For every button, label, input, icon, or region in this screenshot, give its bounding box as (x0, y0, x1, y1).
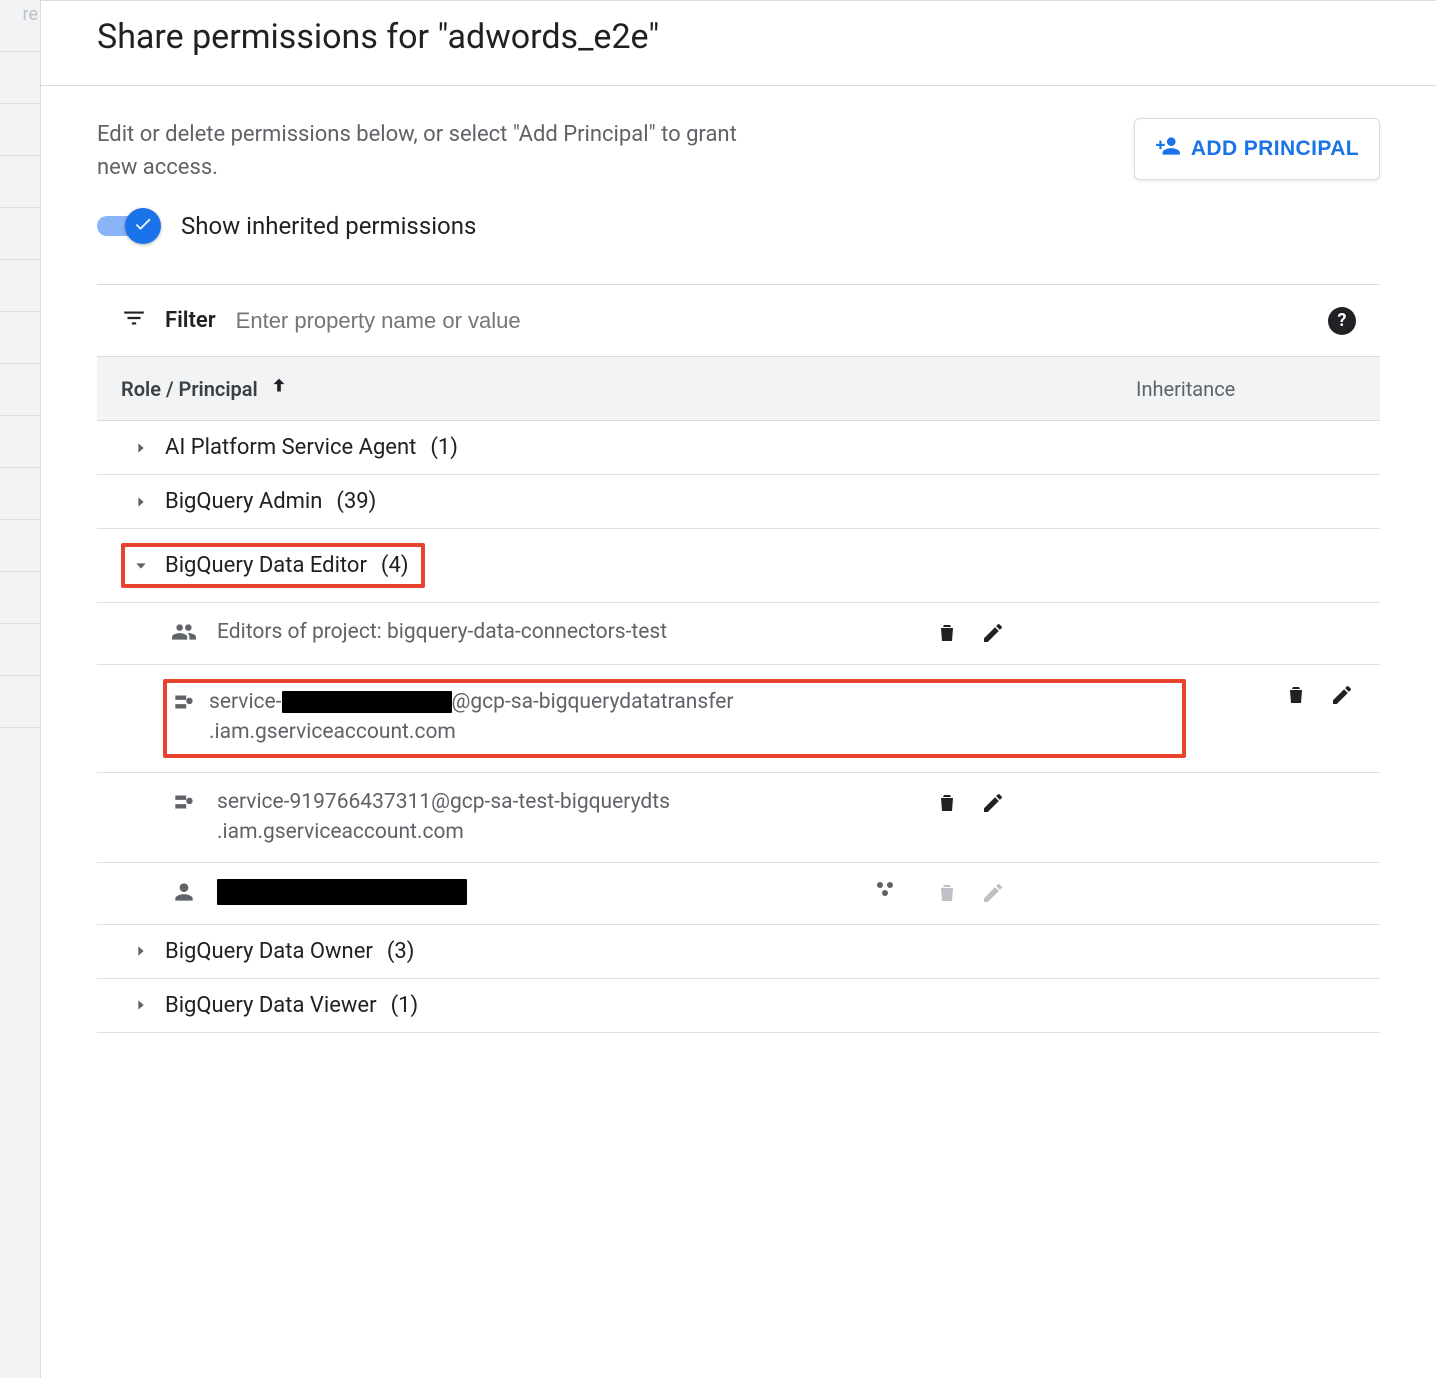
role-count: (39) (336, 489, 376, 514)
role-row-bigquery-admin[interactable]: BigQuery Admin (39) (97, 475, 1380, 529)
role-name: BigQuery Admin (165, 489, 322, 514)
delete-button[interactable] (933, 789, 961, 817)
filter-bar: Filter ? (97, 285, 1380, 357)
role-count: (1) (391, 993, 419, 1018)
principal-row-user-redacted (97, 863, 1380, 925)
check-icon (133, 214, 153, 239)
help-icon[interactable]: ? (1328, 307, 1356, 335)
redacted-text (282, 691, 452, 713)
filter-icon (121, 305, 147, 336)
panel-header: Share permissions for "adwords_e2e" (41, 1, 1436, 86)
permissions-table: Filter ? Role / Principal Inheritance AI… (97, 284, 1380, 1033)
service-account-icon (163, 687, 191, 720)
show-inherited-toggle[interactable] (97, 208, 161, 244)
principal-name: service-@gcp-sa-bigquerydatatransfer.iam… (209, 687, 829, 748)
edit-button[interactable] (1328, 681, 1356, 709)
role-count: (4) (381, 553, 409, 578)
group-icon (171, 617, 199, 650)
role-name: BigQuery Data Viewer (165, 993, 377, 1018)
role-row-bigquery-data-editor[interactable]: BigQuery Data Editor (4) (97, 529, 1380, 603)
role-row-ai-platform-service-agent[interactable]: AI Platform Service Agent (1) (97, 421, 1380, 475)
share-permissions-panel: Share permissions for "adwords_e2e" Edit… (40, 0, 1436, 1378)
role-row-bigquery-data-owner[interactable]: BigQuery Data Owner (3) (97, 925, 1380, 979)
filter-input[interactable] (234, 307, 1310, 335)
expand-right-icon (133, 997, 151, 1013)
expand-right-icon (133, 440, 151, 456)
principal-name: service-919766437311@gcp-sa-test-bigquer… (217, 787, 837, 848)
inherited-toggle-row: Show inherited permissions (41, 184, 1436, 284)
delete-button-disabled (933, 879, 961, 907)
principal-row-service-account-919766437311: service-919766437311@gcp-sa-test-bigquer… (97, 773, 1380, 863)
edit-button[interactable] (979, 789, 1007, 817)
principal-row-editors-group: Editors of project: bigquery-data-connec… (97, 603, 1380, 665)
role-row-bigquery-data-viewer[interactable]: BigQuery Data Viewer (1) (97, 979, 1380, 1033)
service-account-icon (171, 787, 199, 820)
filter-label: Filter (165, 308, 216, 333)
delete-button[interactable] (933, 619, 961, 647)
sort-ascending-icon[interactable] (268, 375, 290, 402)
principal-row-service-account-redacted: service-@gcp-sa-bigquerydatatransfer.iam… (97, 665, 1380, 773)
role-name: BigQuery Data Owner (165, 939, 373, 964)
description-row: Edit or delete permissions below, or sel… (41, 86, 1436, 184)
person-icon (171, 877, 199, 910)
column-role-principal[interactable]: Role / Principal (121, 377, 258, 401)
role-name: AI Platform Service Agent (165, 435, 416, 460)
role-name: BigQuery Data Editor (165, 553, 367, 578)
expand-right-icon (133, 943, 151, 959)
add-principal-label: ADD PRINCIPAL (1191, 137, 1359, 161)
redacted-text (217, 879, 467, 905)
add-principal-button[interactable]: ADD PRINCIPAL (1134, 118, 1380, 180)
add-person-icon (1155, 133, 1181, 165)
principal-name (217, 877, 837, 907)
principal-name: Editors of project: bigquery-data-connec… (217, 617, 837, 647)
expand-down-icon (133, 558, 151, 574)
delete-button[interactable] (1282, 681, 1310, 709)
left-background-strip: re (0, 0, 40, 1378)
column-inheritance: Inheritance (1136, 377, 1356, 401)
page-title: Share permissions for "adwords_e2e" (97, 17, 1380, 57)
show-inherited-label: Show inherited permissions (181, 212, 476, 240)
inheritance-indicator[interactable] (855, 877, 915, 901)
table-header: Role / Principal Inheritance (97, 357, 1380, 421)
edit-button-disabled (979, 879, 1007, 907)
description-text: Edit or delete permissions below, or sel… (97, 118, 777, 184)
role-count: (1) (430, 435, 458, 460)
expand-right-icon (133, 494, 151, 510)
edit-button[interactable] (979, 619, 1007, 647)
role-count: (3) (387, 939, 415, 964)
left-edge-text-fragment: re (0, 0, 40, 52)
